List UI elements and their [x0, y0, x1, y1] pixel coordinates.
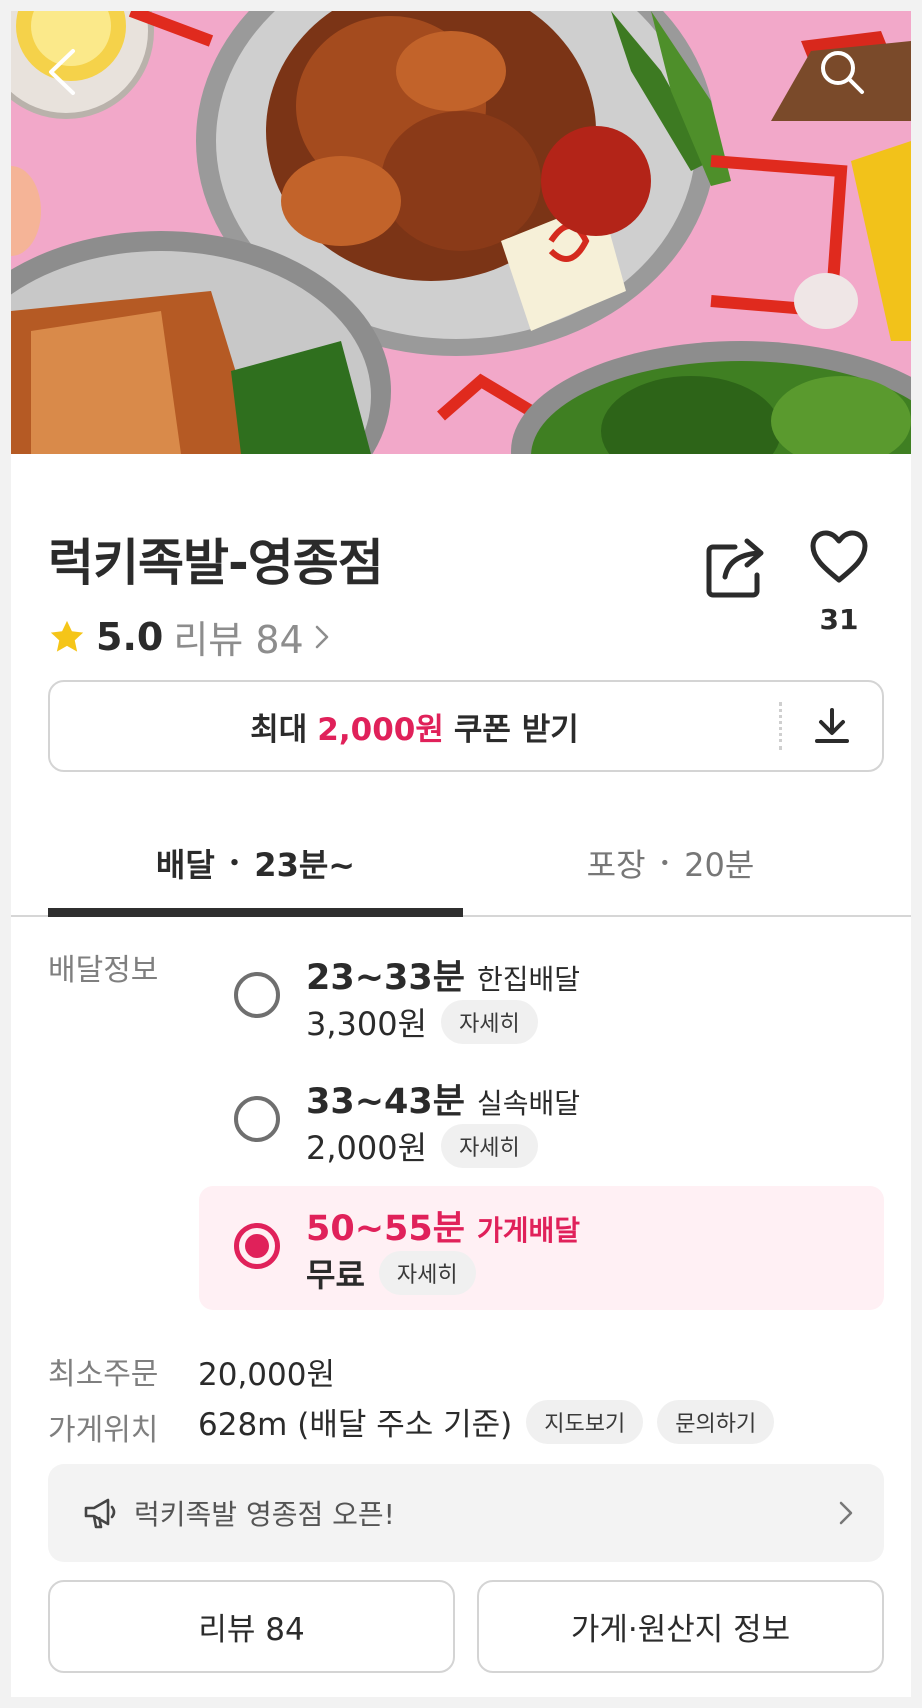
megaphone-icon	[84, 1498, 116, 1529]
coupon-amount: 2,000원	[317, 711, 444, 748]
tab-separator-dot: •	[228, 852, 241, 874]
delivery-time: 50~55분	[306, 1209, 465, 1249]
back-button[interactable]	[45, 47, 105, 107]
tab-delivery-time: 23분~	[254, 846, 356, 884]
tab-delivery-label: 배달	[155, 846, 215, 884]
delivery-fee: 3,300원	[306, 1005, 428, 1043]
tab-takeout-time: 20분	[684, 846, 755, 884]
tab-takeout[interactable]: 포장 • 20분	[463, 814, 878, 912]
tab-active-indicator	[48, 908, 463, 917]
like-count: 31	[819, 603, 859, 636]
delivery-option-selected[interactable]: 50~55분 가게배달 무료 자세히	[199, 1186, 884, 1310]
min-order-label: 최소주문	[48, 1357, 159, 1392]
delivery-fee: 무료	[306, 1256, 365, 1294]
share-button[interactable]	[701, 533, 771, 601]
coupon-download-button[interactable]	[782, 682, 882, 770]
chevron-right-icon	[315, 625, 328, 648]
store-location-value: 628m (배달 주소 기준)	[198, 1407, 513, 1443]
map-view-button[interactable]: 지도보기	[526, 1399, 644, 1444]
delivery-type: 한집배달	[476, 963, 580, 996]
inquiry-button[interactable]: 문의하기	[657, 1399, 775, 1444]
store-location-row: 628m (배달 주소 기준) 지도보기 문의하기	[198, 1399, 775, 1444]
search-icon	[821, 51, 864, 94]
detail-button[interactable]: 자세히	[441, 1124, 538, 1168]
notice-banner[interactable]: 럭키족발 영종점 오픈!	[48, 1464, 884, 1562]
search-button[interactable]	[817, 47, 877, 107]
coupon-text: 최대 2,000원 쿠폰 받기	[50, 682, 779, 770]
detail-button[interactable]: 자세히	[441, 1000, 538, 1044]
coupon-prefix: 최대	[250, 711, 308, 748]
tab-delivery[interactable]: 배달 • 23분~	[48, 814, 463, 912]
coupon-suffix: 쿠폰 받기	[453, 711, 579, 748]
store-detail-screen: 럭키족발-영종점 5.0 리뷰 84 31 최대 2,000원 쿠폰 받기 배달…	[11, 11, 911, 1697]
tab-takeout-label: 포장	[586, 846, 646, 884]
delivery-fee: 2,000원	[306, 1129, 428, 1167]
rating-row: 5.0 리뷰 84	[48, 609, 330, 664]
detail-button[interactable]: 자세히	[378, 1251, 476, 1295]
back-arrow-icon	[49, 49, 75, 95]
delivery-info-label: 배달정보	[48, 953, 159, 988]
min-order-value: 20,000원	[198, 1357, 335, 1393]
notice-text: 럭키족발 영종점 오픈!	[134, 1498, 395, 1531]
like-button[interactable]	[804, 529, 874, 593]
review-count-label: 리뷰 84	[173, 618, 304, 662]
star-icon	[50, 620, 84, 652]
delivery-type: 가게배달	[476, 1214, 580, 1247]
tab-separator-dot: •	[659, 852, 671, 874]
delivery-time: 33~43분	[306, 1082, 465, 1122]
store-info-button[interactable]: 가게·원산지 정보	[477, 1580, 884, 1673]
heart-icon	[810, 530, 868, 583]
hero-image	[11, 11, 911, 454]
delivery-option[interactable]: 23~33분 한집배달 3,300원 자세히	[199, 935, 884, 1059]
store-location-label: 가게위치	[48, 1413, 159, 1448]
reviews-button[interactable]: 리뷰 84	[48, 1580, 455, 1673]
delivery-type: 실속배달	[476, 1087, 580, 1120]
share-icon	[706, 538, 764, 598]
rating-value: 5.0	[96, 614, 164, 659]
chevron-right-icon	[839, 1501, 853, 1525]
coupon-banner[interactable]: 최대 2,000원 쿠폰 받기	[48, 680, 884, 772]
radio-button[interactable]	[234, 1096, 280, 1142]
review-link[interactable]: 리뷰 84	[173, 609, 329, 664]
radio-button[interactable]	[234, 972, 280, 1018]
download-icon	[815, 708, 849, 743]
delivery-option[interactable]: 33~43분 실속배달 2,000원 자세히	[199, 1059, 884, 1183]
radio-button-selected[interactable]	[234, 1223, 280, 1269]
store-name: 럭키족발-영종점	[48, 534, 384, 592]
food-illustration	[11, 11, 911, 454]
delivery-time: 23~33분	[306, 958, 465, 998]
